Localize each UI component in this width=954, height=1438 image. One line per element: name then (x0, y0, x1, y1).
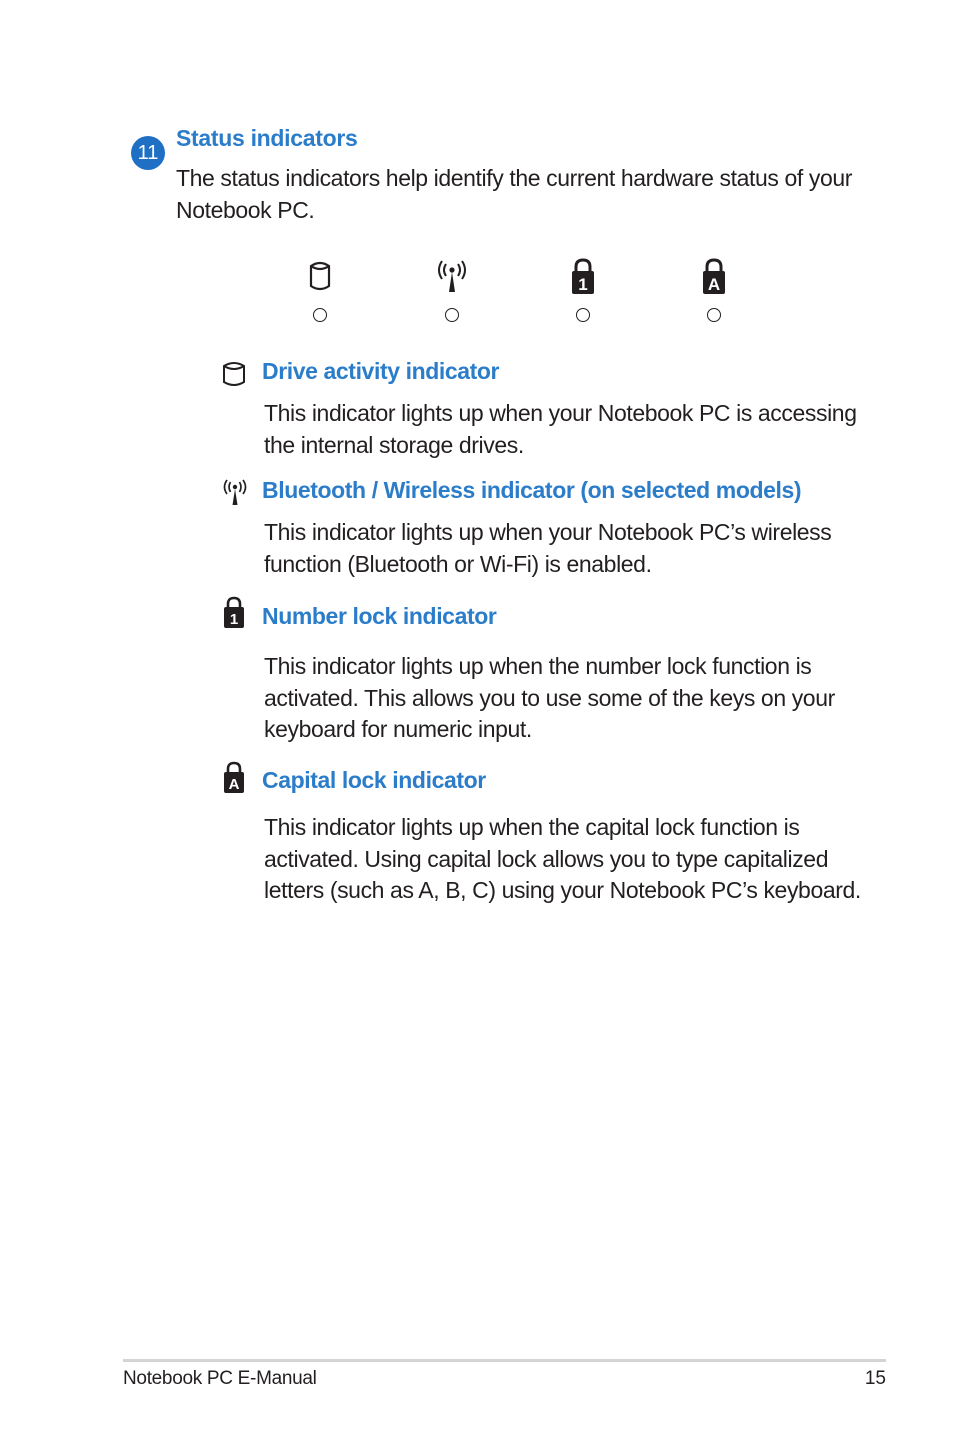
indicator-wireless (432, 258, 472, 322)
indicator-capital-lock: A (694, 258, 734, 322)
drive-icon (220, 360, 248, 388)
capital-lock-icon: A (703, 258, 725, 294)
item-title-wireless: Bluetooth / Wireless indicator (on selec… (262, 477, 802, 503)
section-number-badge: 11 (131, 136, 165, 170)
footer-manual-title: Notebook PC E-Manual (123, 1368, 317, 1389)
svg-text:1: 1 (230, 611, 238, 628)
number-lock-icon: 1 (220, 596, 248, 628)
item-body-capital-lock: This indicator lights up when the capita… (264, 814, 861, 904)
indicator-drive (300, 258, 340, 322)
led-indicator (313, 308, 327, 322)
number-lock-icon: 1 (572, 258, 594, 294)
svg-text:A: A (229, 776, 240, 793)
svg-text:1: 1 (578, 275, 587, 294)
wireless-icon (220, 478, 248, 506)
item-body-wireless: This indicator lights up when your Noteb… (264, 519, 832, 577)
led-indicator (576, 308, 590, 322)
item-title-capital-lock: Capital lock indicator (262, 767, 486, 793)
item-body-drive-activity: This indicator lights up when your Noteb… (264, 400, 857, 458)
wireless-icon (438, 260, 466, 292)
capital-lock-icon: A (220, 761, 248, 793)
page-number: 15 (864, 1368, 886, 1389)
svg-text:A: A (708, 275, 720, 294)
item-title-drive-activity: Drive activity indicator (262, 358, 500, 384)
led-indicator (445, 308, 459, 322)
led-indicator (707, 308, 721, 322)
drive-icon (309, 261, 331, 291)
section-intro: The status indicators help identify the … (176, 165, 853, 223)
item-body-number-lock: This indicator lights up when the number… (264, 653, 835, 743)
footer-divider (123, 1359, 886, 1362)
indicator-number-lock: 1 (563, 258, 603, 322)
section-title: Status indicators (176, 125, 358, 151)
item-title-number-lock: Number lock indicator (262, 603, 497, 629)
